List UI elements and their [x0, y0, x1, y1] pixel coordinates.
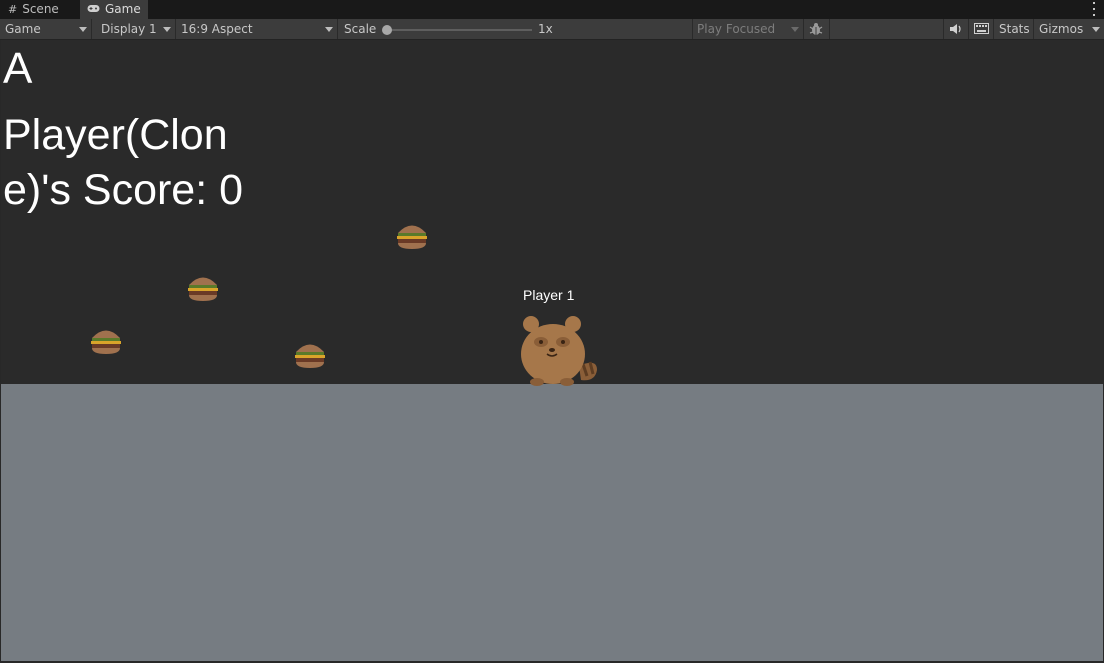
scale-slider-thumb[interactable] [382, 25, 392, 35]
player-name-label: Player 1 [523, 287, 575, 303]
tab-scene-label: Scene [22, 2, 59, 16]
editor-tab-bar: # Scene Game [0, 0, 1104, 19]
gamepad-icon [87, 0, 100, 19]
scale-label: Scale [344, 22, 377, 36]
stats-button[interactable]: Stats [994, 19, 1034, 39]
burger-icon [295, 344, 325, 368]
score-text: Player(Clone)'s Score: 0 [3, 111, 244, 214]
chevron-down-icon [325, 27, 333, 32]
debug-toggle[interactable] [804, 19, 830, 39]
scale-value: 1x [533, 19, 693, 39]
burger-icon [188, 277, 218, 301]
burger-icon [397, 225, 427, 249]
more-options-icon[interactable] [1092, 2, 1096, 16]
mute-audio-toggle[interactable] [944, 19, 969, 39]
aspect-dropdown[interactable]: 16:9 Aspect [176, 19, 338, 39]
aspect-value: 16:9 Aspect [181, 22, 253, 36]
bug-icon [808, 23, 824, 39]
play-mode-dropdown[interactable]: Play Focused [692, 19, 804, 39]
speaker-icon [949, 24, 963, 38]
ground-platform [1, 384, 1103, 661]
chevron-down-icon [79, 27, 87, 32]
tab-game[interactable]: Game [80, 0, 148, 19]
toolbar-spacer [830, 19, 944, 39]
chevron-down-icon [1092, 27, 1100, 32]
keyboard-icon [974, 23, 989, 37]
game-viewport[interactable]: A Player(Clone)'s Score: 0 Player 1 [1, 40, 1103, 661]
chevron-down-icon [791, 27, 799, 32]
grid-icon: # [8, 3, 18, 16]
scale-slider-track[interactable] [386, 29, 532, 31]
view-mode-dropdown[interactable]: Game [0, 19, 92, 39]
display-dropdown[interactable]: Display 1 [96, 19, 176, 39]
game-toolbar: Game Display 1 16:9 Aspect Scale 1x Play… [0, 19, 1104, 40]
tab-game-label: Game [105, 2, 141, 16]
shortcuts-toggle[interactable] [969, 19, 994, 39]
raccoon-player-sprite [521, 316, 597, 386]
chevron-down-icon [163, 27, 171, 32]
display-value: Display 1 [101, 22, 157, 36]
view-mode-value: Game [5, 22, 41, 36]
tab-scene[interactable]: # Scene [0, 0, 80, 19]
burger-icon [91, 330, 121, 354]
gizmos-dropdown[interactable]: Gizmos [1034, 19, 1104, 39]
key-hint-text: A [3, 44, 33, 93]
play-mode-value: Play Focused [697, 22, 776, 36]
